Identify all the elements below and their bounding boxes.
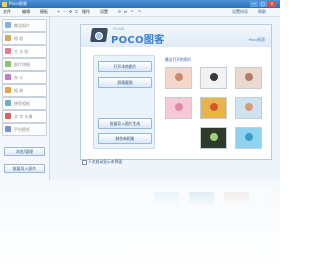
sidebar-item-frame[interactable]: 相 框 [2, 32, 47, 45]
sidebar-item-label: 相 册 [14, 88, 24, 93]
redo-icon[interactable]: ↷ [137, 9, 142, 14]
recent-thumbnail[interactable] [235, 97, 262, 119]
zoom-out-icon[interactable]: − [62, 9, 67, 14]
open-local-button[interactable]: 打开本地图片 [98, 61, 152, 72]
setup-wizard-link[interactable]: 设置向导 [232, 9, 248, 15]
frame-icon [5, 35, 11, 41]
thumb-subject [245, 133, 253, 141]
sidebar-item-label: 办 公 [14, 75, 24, 80]
logo-text: POCO图客 [111, 35, 165, 46]
recent-thumbnail[interactable] [200, 67, 227, 89]
window-title: Poco图客 [9, 1, 28, 6]
new-album-button[interactable]: 制作新相册 [98, 133, 152, 144]
actions-panel: 打开本地图片 屏幕截图 批量导入图片生成 制作新相册 [93, 55, 155, 149]
menu-operate[interactable]: 操作 [82, 9, 90, 15]
sidebar-item-office[interactable]: 办 公 [2, 71, 47, 84]
text-icon [5, 113, 11, 119]
collage-icon [5, 61, 11, 67]
phone-icon [5, 126, 11, 132]
sidebar-item-label: 文 字 头像 [14, 114, 33, 119]
menu-bar: 文件 编辑 模板 + − ✥ ⌗ 操作 设置 ⟳ ⇄ ↶ ↷ 设置向导 帮助 [0, 8, 280, 17]
album-icon [5, 87, 11, 93]
batch-import-button[interactable]: 批量导入图片 [4, 164, 45, 173]
sidebar-item-label: 大 头 贴 [14, 49, 29, 54]
sidebar-item-beautify[interactable]: 美化照片 [2, 19, 47, 32]
recent-thumbnail[interactable] [235, 127, 262, 149]
sidebar-item-label: 相 框 [14, 36, 24, 41]
sticker-icon [5, 48, 11, 54]
recent-photos-title: 最近打开的照片 [165, 57, 192, 62]
sidebar-item-label: 美化照片 [14, 23, 30, 28]
sidebar-item-album[interactable]: 相 册 [2, 84, 47, 97]
brand-label: Poco图客 [248, 37, 265, 42]
thumb-subject [210, 73, 218, 81]
minimize-button[interactable]: — [250, 1, 258, 7]
lens-icon [95, 32, 103, 40]
sidebar-item-text-avatar[interactable]: 文 字 头像 [2, 110, 47, 123]
sidebar-item-label: 照片拼图 [14, 62, 30, 67]
thumb-subject [210, 103, 218, 111]
browse-manage-button[interactable]: 浏览/管理 [4, 147, 45, 156]
app-icon [2, 1, 7, 7]
help-link[interactable]: 帮助 [258, 9, 266, 15]
sidebar-item-collage[interactable]: 照片拼图 [2, 58, 47, 71]
show-on-startup-label: 下次启动显示本界面 [88, 159, 123, 164]
crop-icon[interactable]: ⌗ [74, 9, 79, 14]
window-reflection [0, 180, 280, 270]
office-icon [5, 74, 11, 80]
recent-thumbnail[interactable] [165, 97, 192, 119]
thumb-subject [175, 73, 183, 81]
menu-template[interactable]: 模板 [40, 9, 48, 15]
zoom-in-icon[interactable]: + [56, 9, 61, 14]
recent-thumbnail[interactable] [200, 127, 227, 149]
maximize-button[interactable]: □ [259, 1, 267, 7]
recent-thumbnail[interactable] [200, 97, 227, 119]
sidebar: 美化照片 相 框 大 头 贴 照片拼图 办 公 相 册 便签相框 文 字 头像 [0, 17, 50, 180]
photo-icon [5, 22, 11, 28]
reflection-thumb [154, 192, 179, 206]
sidebar-item-label: 便签相框 [14, 101, 30, 106]
sidebar-item-label: 手机壁纸 [14, 127, 30, 132]
screenshot-button[interactable]: 屏幕截图 [98, 77, 152, 88]
note-icon [5, 100, 11, 106]
menu-settings[interactable]: 设置 [100, 9, 108, 15]
reflection-thumb [189, 192, 214, 206]
move-icon[interactable]: ✥ [68, 9, 73, 14]
app-window: Poco图客 — □ ✕ 文件 编辑 模板 + − ✥ ⌗ 操作 设置 ⟳ ⇄ … [0, 0, 280, 180]
reflection-thumb [224, 192, 249, 206]
menu-file[interactable]: 文件 [3, 9, 11, 15]
rotate-icon[interactable]: ⟳ [117, 9, 122, 14]
undo-icon[interactable]: ↶ [130, 9, 135, 14]
thumb-subject [175, 103, 183, 111]
thumb-subject [245, 73, 253, 81]
welcome-panel: PCUSE POCO图客 Poco图客 打开本地图片 屏幕截图 批量导入图片生成… [80, 24, 272, 160]
sidebar-item-note[interactable]: 便签相框 [2, 97, 47, 110]
recent-thumbnail[interactable] [235, 67, 262, 89]
show-on-startup-checkbox[interactable] [82, 160, 87, 165]
banner: PCUSE POCO图客 Poco图客 [81, 25, 271, 47]
title-bar[interactable]: Poco图客 — □ ✕ [0, 0, 280, 8]
thumb-subject [210, 133, 218, 141]
sidebar-item-sticker[interactable]: 大 头 贴 [2, 45, 47, 58]
thumb-subject [245, 103, 253, 111]
flip-icon[interactable]: ⇄ [123, 9, 128, 14]
close-button[interactable]: ✕ [268, 1, 276, 7]
batch-import-generate-button[interactable]: 批量导入图片生成 [98, 118, 152, 129]
recent-thumbnail[interactable] [165, 67, 192, 89]
menu-edit[interactable]: 编辑 [22, 9, 30, 15]
sidebar-item-wallpaper[interactable]: 手机壁纸 [2, 123, 47, 136]
